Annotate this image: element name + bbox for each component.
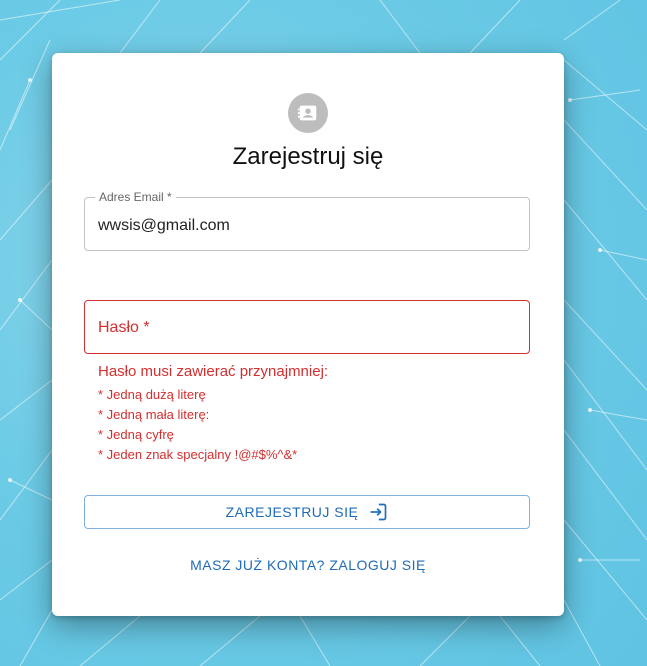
password-requirements: * Jedną dużą literę * Jedną mała literę:… [98, 385, 297, 465]
email-field[interactable]: Adres Email * wwsis@gmail.com [84, 190, 530, 251]
email-value[interactable]: wwsis@gmail.com [98, 217, 230, 235]
login-link[interactable]: MASZ JUŻ KONTA? ZALOGUJ SIĘ [52, 557, 564, 573]
requirement-item: * Jeden znak specjalny !@#$%^&* [98, 447, 298, 462]
requirement-item: * Jedną cyfrę [98, 427, 174, 442]
login-arrow-icon [368, 502, 388, 522]
password-field[interactable]: Hasło * [84, 300, 530, 354]
password-helper-title: Hasło musi zawierać przynajmniej: [98, 363, 329, 380]
register-button[interactable]: ZAREJESTRUJ SIĘ [84, 495, 530, 529]
requirement-item: * Jedną mała literę: [98, 407, 210, 422]
contact-card-icon [288, 93, 328, 133]
page-title: Zarejestruj się [232, 143, 384, 170]
register-card: Zarejestruj się Adres Email * wwsis@gmai… [52, 53, 564, 616]
email-label: Adres Email * [95, 190, 176, 204]
password-label: Hasło * [98, 319, 150, 336]
register-button-label: ZAREJESTRUJ SIĘ [225, 504, 359, 520]
requirement-item: * Jedną dużą literę [98, 387, 206, 402]
